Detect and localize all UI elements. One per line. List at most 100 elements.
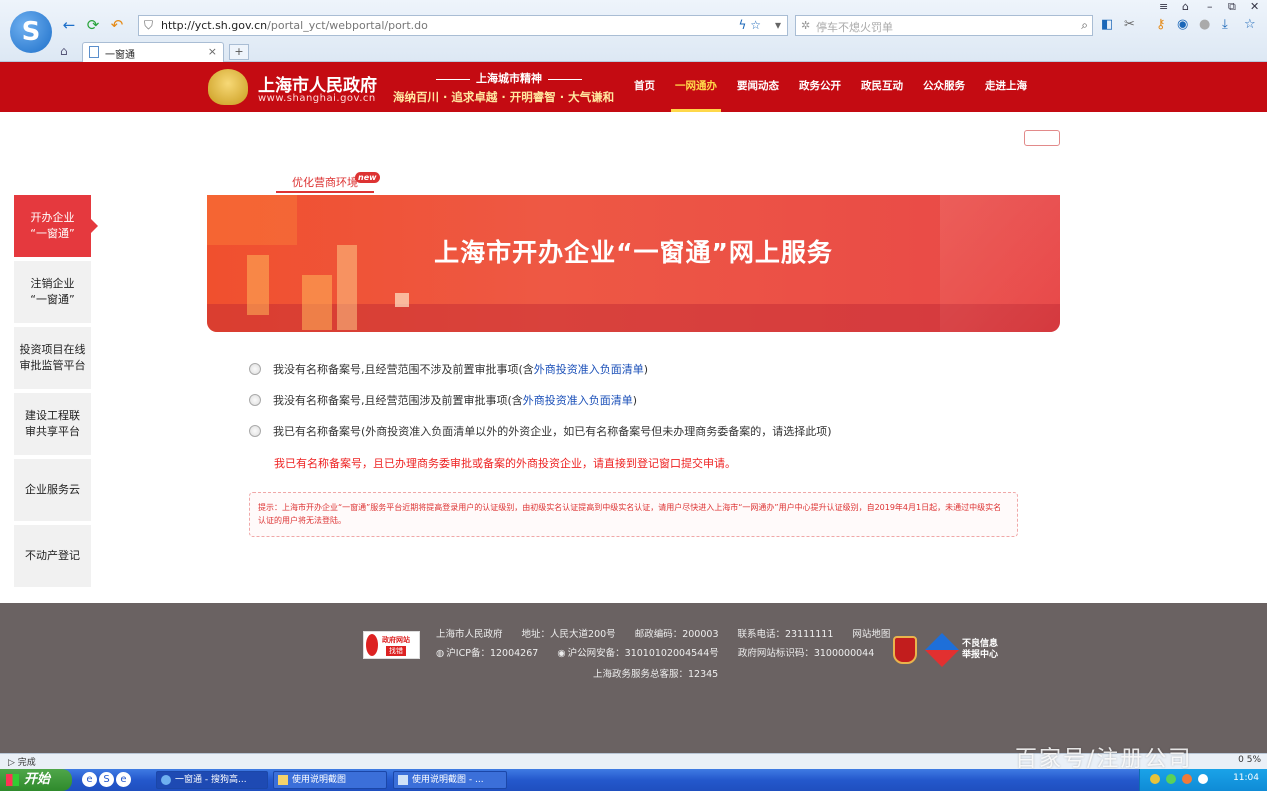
- tab-title: 一窗通: [105, 50, 135, 61]
- footer-line-1: 上海市人民政府 地址：人民大道200号 邮政编码：200003 联系电话：231…: [436, 626, 906, 640]
- restore-icon[interactable]: ⧉: [1228, 0, 1236, 14]
- minimize-icon[interactable]: –: [1207, 0, 1213, 13]
- close-icon[interactable]: ✕: [1250, 0, 1259, 13]
- menu-icon[interactable]: ≡: [1159, 0, 1168, 13]
- screenshot-icon[interactable]: ◉: [1177, 17, 1188, 32]
- tab-close-icon[interactable]: ×: [208, 45, 217, 58]
- user-button[interactable]: [1024, 130, 1060, 146]
- undo-icon[interactable]: ↶: [108, 16, 126, 34]
- lightning-icon[interactable]: ϟ ☆: [739, 18, 762, 32]
- option-no-name-with-approval[interactable]: 我没有名称备案号,且经营范围涉及前置审批事项(含 外商投资准入负面清单): [249, 391, 637, 409]
- home-icon[interactable]: ⌂: [60, 44, 68, 58]
- option-no-name-no-approval[interactable]: 我没有名称备案号,且经营范围不涉及前置审批事项(含 外商投资准入负面清单): [249, 360, 648, 378]
- site-header: 上海市人民政府 www.shanghai.gov.cn 上海城市精神 海纳百川 …: [0, 62, 1267, 112]
- task-browser[interactable]: 一窗通 - 搜狗高...: [156, 771, 268, 789]
- sidemenu-open-company[interactable]: 开办企业 “一窗通”: [14, 195, 98, 257]
- sidemenu-real-estate[interactable]: 不动产登记: [14, 525, 91, 587]
- skin-icon[interactable]: ⌂: [1182, 0, 1189, 13]
- task-paint[interactable]: 使用说明截图 - ...: [393, 771, 507, 789]
- search-engine-icon: ✲: [801, 19, 811, 32]
- report-center-label[interactable]: 不良信息 举报中心: [962, 639, 998, 661]
- address-text: http://yct.sh.gov.cn/portal_yct/webporta…: [161, 19, 428, 32]
- option-text: 我已有名称备案号(外商投资准入负面清单以外的外资企业，如已有名称备案号但未办理商…: [273, 425, 832, 438]
- footer-police[interactable]: 沪公网安备：31010102004544号: [568, 648, 719, 659]
- search-placeholder: 停车不熄火罚单: [816, 21, 893, 34]
- task-label: 使用说明截图: [292, 775, 347, 785]
- nav-one-net[interactable]: 一网通办: [669, 62, 723, 112]
- gov-site-error-logo[interactable]: 政府网站 找错: [363, 631, 420, 659]
- nav-gov-open[interactable]: 政务公开: [793, 62, 847, 112]
- footer-phone: 联系电话：23111111: [737, 629, 834, 640]
- sidemenu-enterprise-cloud[interactable]: 企业服务云: [14, 459, 91, 521]
- download-icon[interactable]: ⤓: [1222, 17, 1228, 32]
- clock[interactable]: 11:04: [1233, 773, 1259, 783]
- report-center-icon[interactable]: [925, 633, 959, 667]
- nav-interaction[interactable]: 政民互动: [855, 62, 909, 112]
- back-icon[interactable]: ←: [60, 16, 78, 34]
- status-text: 完成: [17, 758, 36, 768]
- system-tray: 11:04: [1139, 769, 1267, 791]
- new-tab-button[interactable]: +: [229, 44, 249, 60]
- side-menu: 开办企业 “一窗通” 注销企业 “一窗通” 投资项目在线 审批监管平台 建设工程…: [14, 195, 98, 591]
- option-text-end: ): [643, 362, 649, 376]
- task-folder[interactable]: 使用说明截图: [273, 771, 387, 789]
- icp-icon: ◍: [436, 648, 445, 659]
- dropdown-icon[interactable]: ▾: [775, 18, 781, 32]
- option-text: 我没有名称备案号,且经营范围涉及前置审批事项(含: [273, 394, 523, 407]
- search-box[interactable]: ✲ 停车不熄火罚单 ⌕: [795, 15, 1093, 36]
- radio-button[interactable]: [249, 425, 261, 437]
- sogou-icon[interactable]: S: [99, 772, 114, 787]
- key-icon[interactable]: ⚷: [1156, 17, 1166, 32]
- footer-sitemap-link[interactable]: 网站地图: [852, 629, 890, 640]
- windows-flag-icon: [6, 774, 19, 786]
- tray-icon[interactable]: [1150, 774, 1160, 784]
- paint-icon: [398, 775, 408, 785]
- footer-postcode: 邮政编码：200003: [634, 629, 719, 640]
- favorite-icon[interactable]: ☆: [1244, 17, 1256, 32]
- party-badge-icon[interactable]: [893, 636, 917, 664]
- browser-icon[interactable]: e: [116, 772, 131, 787]
- disabled-icon[interactable]: ●: [1199, 17, 1210, 32]
- sub-header: [0, 112, 1267, 162]
- url-host: http://yct.sh.gov.cn: [161, 19, 268, 32]
- banner-building: [395, 293, 409, 307]
- spirit-title: 上海城市精神: [430, 70, 588, 86]
- tray-icon[interactable]: [1182, 774, 1192, 784]
- tools-icon[interactable]: ✂: [1124, 17, 1135, 32]
- magnifier-icon: [366, 634, 378, 656]
- search-icon[interactable]: ⌕: [1081, 18, 1088, 33]
- ie-icon[interactable]: e: [82, 772, 97, 787]
- browser-tab[interactable]: 一窗通 ×: [82, 42, 224, 62]
- browser-chrome: S ← ⟳ ↶ ⛉ http://yct.sh.gov.cn/portal_yc…: [0, 0, 1267, 62]
- refresh-icon[interactable]: ⟳: [84, 16, 102, 34]
- start-button[interactable]: 开始: [0, 769, 72, 791]
- banner-stripe: [207, 304, 1060, 332]
- banner: 上海市开办企业“一窗通”网上服务: [207, 195, 1060, 332]
- shield-icon: ⛉: [144, 18, 154, 32]
- negative-list-link[interactable]: 外商投资准入负面清单: [534, 361, 644, 377]
- nav-home[interactable]: 首页: [628, 62, 661, 112]
- tray-icon[interactable]: [1198, 774, 1208, 784]
- nav-about-shanghai[interactable]: 走进上海: [979, 62, 1033, 112]
- footer-address: 地址：人民大道200号: [521, 629, 616, 640]
- footer: 政府网站 找错 上海市人民政府 地址：人民大道200号 邮政编码：200003 …: [0, 603, 1267, 753]
- sidemenu-investment-approval[interactable]: 投资项目在线 审批监管平台: [14, 327, 91, 389]
- radio-button[interactable]: [249, 394, 261, 406]
- option-has-name[interactable]: 我已有名称备案号(外商投资准入负面清单以外的外资企业，如已有名称备案号但未办理商…: [249, 422, 832, 440]
- sidemenu-construction-review[interactable]: 建设工程联 审共享平台: [14, 393, 91, 455]
- address-bar[interactable]: ⛉ http://yct.sh.gov.cn/portal_yct/webpor…: [138, 15, 788, 36]
- task-label: 使用说明截图 - ...: [412, 775, 484, 785]
- sogou-task-icon: [161, 775, 171, 785]
- sidemenu-cancel-company[interactable]: 注销企业 “一窗通”: [14, 261, 91, 323]
- nav-public-service[interactable]: 公众服务: [917, 62, 971, 112]
- notice-box: 提示：上海市开办企业“一窗通”服务平台近期将提高登录用户的认证级别，由初级实名认…: [249, 492, 1018, 537]
- negative-list-link[interactable]: 外商投资准入负面清单: [523, 392, 633, 408]
- status-icon: ▷: [8, 758, 18, 768]
- police-icon: ◉: [557, 648, 566, 659]
- radio-button[interactable]: [249, 363, 261, 375]
- nav-news[interactable]: 要闻动态: [731, 62, 785, 112]
- footer-icp[interactable]: 沪ICP备：12004267: [446, 648, 538, 659]
- tray-icon[interactable]: [1166, 774, 1176, 784]
- toolbar-icon-1[interactable]: ◧: [1101, 17, 1113, 32]
- zoom-status[interactable]: 0 5%: [1238, 755, 1261, 765]
